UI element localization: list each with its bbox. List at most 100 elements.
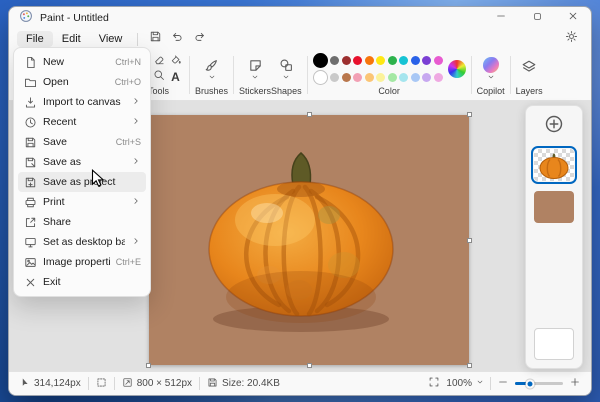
palette-swatch[interactable] <box>353 73 362 82</box>
layer-thumbnail-background-color[interactable] <box>534 191 574 223</box>
minimize-button[interactable] <box>483 7 519 29</box>
layer-thumbnail-pumpkin[interactable] <box>534 149 574 181</box>
palette-swatch[interactable] <box>411 56 420 65</box>
close-button[interactable] <box>555 7 591 29</box>
statusbar-separator <box>88 377 89 390</box>
menu-file[interactable]: File <box>17 31 53 47</box>
shapes-button[interactable] <box>279 58 294 81</box>
menu-item-shortcut: Ctrl+S <box>116 137 141 147</box>
title-bar[interactable]: Paint - Untitled <box>9 7 591 29</box>
palette-swatch[interactable] <box>342 73 351 82</box>
palette-swatch[interactable] <box>388 73 397 82</box>
palette-swatch[interactable] <box>365 56 374 65</box>
resize-handle[interactable] <box>467 363 472 368</box>
file-menu-item-save-as[interactable]: Save as <box>18 152 146 172</box>
resize-handle[interactable] <box>467 238 472 243</box>
fit-to-screen-button[interactable] <box>428 376 440 391</box>
add-layer-button[interactable] <box>544 114 564 139</box>
palette-swatch[interactable] <box>422 73 431 82</box>
magnifier-tool-button[interactable] <box>153 68 165 86</box>
window-title: Paint - Untitled <box>40 12 109 24</box>
zoom-level-dropdown[interactable]: 100% <box>446 378 484 389</box>
color1-swatch[interactable] <box>313 53 328 68</box>
menu-edit[interactable]: Edit <box>53 31 90 47</box>
palette-swatch[interactable] <box>399 56 408 65</box>
layer-pumpkin-preview <box>534 149 574 181</box>
copilot-icon <box>483 57 499 73</box>
layers-button[interactable] <box>521 59 537 80</box>
text-tool-button[interactable]: A <box>171 70 180 84</box>
copilot-button[interactable] <box>483 57 499 81</box>
palette-swatch[interactable] <box>365 73 374 82</box>
canvas-size[interactable]: 800 × 512px <box>122 377 192 391</box>
import-icon <box>23 96 37 109</box>
resize-handle[interactable] <box>146 363 151 368</box>
file-menu-item-import-to-canvas[interactable]: Import to canvas <box>18 92 146 112</box>
zoom-level-value: 100% <box>446 378 472 389</box>
drawing-canvas[interactable] <box>149 115 469 365</box>
stickers-group: Stickers <box>239 52 271 98</box>
save-button[interactable] <box>144 30 166 48</box>
clock-icon <box>23 116 37 129</box>
paint-window: Paint - Untitled File Edit View <box>8 6 592 396</box>
magnifier-icon <box>153 68 165 86</box>
settings-button[interactable] <box>559 30 583 48</box>
resize-handle[interactable] <box>307 112 312 117</box>
file-menu-item-image-properties[interactable]: Image propertiesCtrl+E <box>18 252 146 272</box>
brushes-group: Brushes <box>195 52 228 98</box>
palette-swatch[interactable] <box>411 73 420 82</box>
file-menu-item-new[interactable]: NewCtrl+N <box>18 52 146 72</box>
stickers-button[interactable] <box>248 58 263 81</box>
palette-swatch[interactable] <box>376 56 385 65</box>
folder-icon <box>23 76 37 89</box>
fill-tool-button[interactable] <box>170 53 182 71</box>
zoom-slider[interactable] <box>515 382 563 385</box>
statusbar-separator <box>114 377 115 390</box>
doc-icon <box>23 56 37 69</box>
palette-swatch[interactable] <box>388 56 397 65</box>
zoom-slider-thumb[interactable] <box>526 379 535 388</box>
selection-icon <box>96 377 107 391</box>
file-menu-item-share[interactable]: Share <box>18 212 146 232</box>
file-menu-item-recent[interactable]: Recent <box>18 112 146 132</box>
save-icon <box>149 30 162 48</box>
menu-item-label: Exit <box>43 276 135 288</box>
redo-button[interactable] <box>188 30 210 48</box>
palette-swatch[interactable] <box>399 73 408 82</box>
fill-bucket-icon <box>170 53 182 71</box>
undo-button[interactable] <box>166 30 188 48</box>
palette-swatch[interactable] <box>376 73 385 82</box>
maximize-button[interactable] <box>519 7 555 29</box>
redo-icon <box>193 30 206 48</box>
zoom-in-button[interactable] <box>569 376 581 391</box>
file-menu-item-open[interactable]: OpenCtrl+O <box>18 72 146 92</box>
color2-swatch[interactable] <box>313 70 328 85</box>
cursor-arrow-icon <box>19 377 30 391</box>
brushes-button[interactable] <box>204 58 219 81</box>
palette-swatch[interactable] <box>434 56 443 65</box>
file-menu-item-set-as-desktop-background[interactable]: Set as desktop background <box>18 232 146 252</box>
edit-colors-button[interactable] <box>448 60 466 78</box>
palette-swatch[interactable] <box>330 73 339 82</box>
palette-swatch[interactable] <box>330 56 339 65</box>
chevron-right-icon <box>131 196 141 208</box>
layers-group: Layers <box>516 52 543 98</box>
resize-handle[interactable] <box>307 363 312 368</box>
file-menu-item-print[interactable]: Print <box>18 192 146 212</box>
zoom-out-button[interactable] <box>497 376 509 391</box>
file-menu-item-exit[interactable]: Exit <box>18 272 146 292</box>
palette-swatch[interactable] <box>422 56 431 65</box>
image-props-icon <box>23 256 37 269</box>
menu-view[interactable]: View <box>90 31 132 47</box>
file-menu-item-save[interactable]: SaveCtrl+S <box>18 132 146 152</box>
file-menu-item-save-as-project[interactable]: Save as project <box>18 172 146 192</box>
palette-swatch[interactable] <box>434 73 443 82</box>
share-icon <box>23 216 37 229</box>
palette-swatch[interactable] <box>353 56 362 65</box>
palette-swatch[interactable] <box>342 56 351 65</box>
resize-handle[interactable] <box>467 112 472 117</box>
layers-icon <box>521 62 537 79</box>
undo-icon <box>171 30 184 48</box>
maximize-icon <box>532 9 543 27</box>
background-layer-thumbnail[interactable] <box>534 328 574 360</box>
